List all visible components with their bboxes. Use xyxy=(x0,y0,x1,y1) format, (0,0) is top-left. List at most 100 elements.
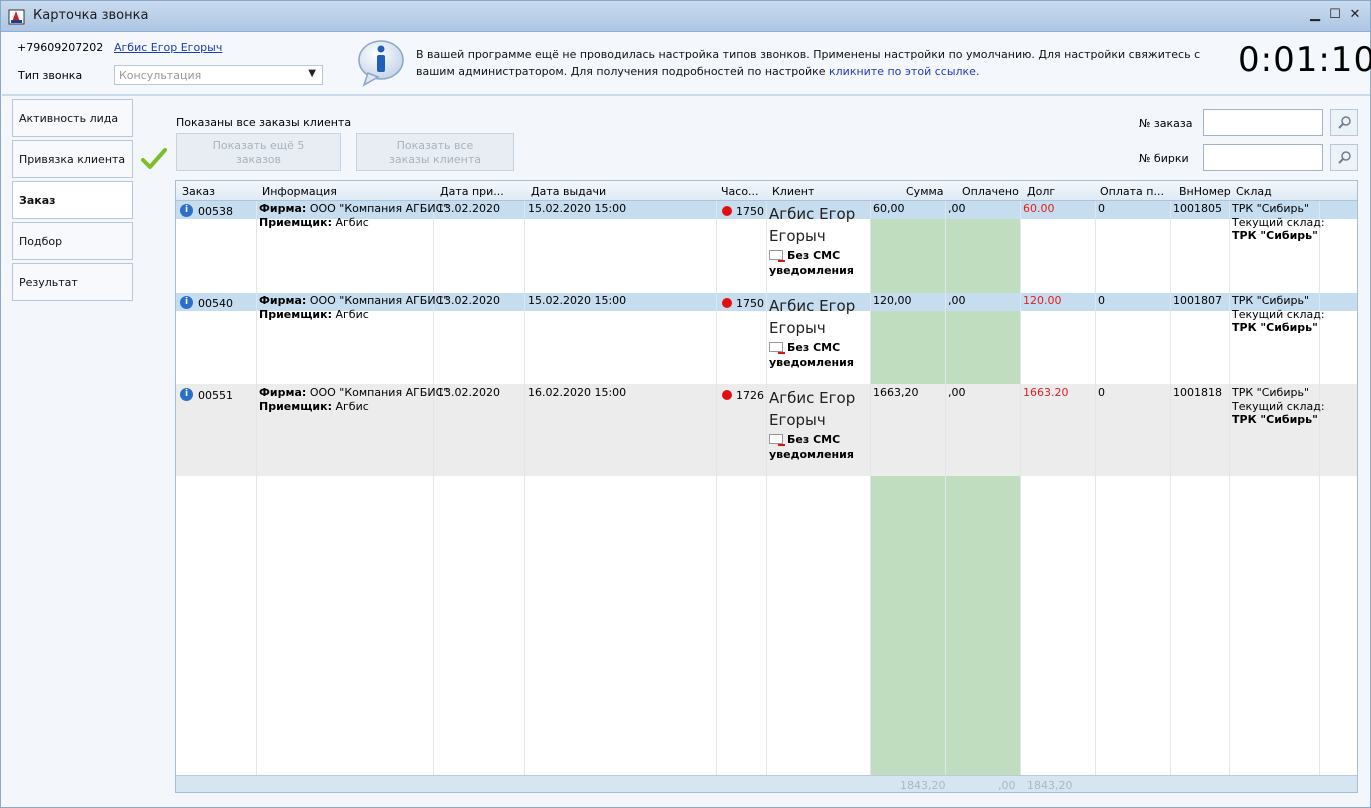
order-number: 00540 xyxy=(198,297,233,310)
col-divider xyxy=(871,181,946,792)
debt-value: 60.00 xyxy=(1023,202,1055,215)
status-dot-icon xyxy=(722,206,732,216)
header-divider xyxy=(2,94,1370,96)
sms-status: Без СМС xyxy=(769,341,840,354)
payment-value: 0 xyxy=(1098,202,1105,215)
column-header-order[interactable]: Заказ xyxy=(182,185,215,198)
order-number: 00551 xyxy=(198,389,233,402)
sms-status-line2: уведомления xyxy=(769,448,854,461)
inner-number: 1001807 xyxy=(1173,294,1222,307)
sidebar-item-selection[interactable]: Подбор xyxy=(12,222,133,260)
debt-value: 120.00 xyxy=(1023,294,1062,307)
store-value: ТРК "Сибирь" xyxy=(1232,294,1310,307)
store-value: ТРК "Сибирь" xyxy=(1232,202,1310,215)
firm-info: Фирма: ООО "Компания АГБИС" xyxy=(259,202,448,215)
firm-info: Фирма: ООО "Компания АГБИС" xyxy=(259,386,448,399)
column-header-debt[interactable]: Долг xyxy=(1027,185,1055,198)
client-name-line2: Егорыч xyxy=(769,227,826,245)
settings-notice: В вашей программе ещё не проводилась нас… xyxy=(416,46,1231,80)
table-footer-totals: 1843,20 ,00 1843,20 xyxy=(176,775,1357,792)
sidebar-item-order[interactable]: Заказ xyxy=(12,181,133,219)
firm-label: Фирма: xyxy=(259,386,307,399)
maximize-button[interactable]: ☐ xyxy=(1327,7,1343,23)
orders-table: Заказ Информация Дата при... Дата выдачи… xyxy=(175,180,1358,793)
paid-value: ,00 xyxy=(948,294,966,307)
date-out: 15.02.2020 15:00 xyxy=(528,202,627,215)
date-in: 13.02.2020 xyxy=(437,294,500,307)
payment-value: 0 xyxy=(1098,294,1105,307)
col-divider xyxy=(1021,181,1096,792)
minimize-button[interactable]: ▁ xyxy=(1307,7,1323,23)
column-header-sum[interactable]: Сумма xyxy=(906,185,944,198)
sms-status: Без СМС xyxy=(769,249,840,262)
col-divider xyxy=(717,181,767,792)
client-name-line2: Егорыч xyxy=(769,411,826,429)
tag-number-input[interactable] xyxy=(1203,144,1323,171)
info-icon[interactable]: i xyxy=(180,204,193,217)
sms-status-line2: уведомления xyxy=(769,356,854,369)
column-header-payment[interactable]: Оплата п... xyxy=(1100,185,1164,198)
orders-shown-label: Показаны все заказы клиента xyxy=(176,116,352,129)
notice-link[interactable]: кликните по этой ссылке. xyxy=(829,65,979,78)
column-header-paid[interactable]: Оплачено xyxy=(962,185,1019,198)
receiver-label: Приемщик: xyxy=(259,400,332,413)
inner-number: 1001805 xyxy=(1173,202,1222,215)
sidebar-item-client-binding[interactable]: Привязка клиента xyxy=(12,140,133,178)
sms-status-line1: Без СМС xyxy=(787,341,841,354)
inner-number: 1001818 xyxy=(1173,386,1222,399)
column-header-inner-no[interactable]: ВнНомер xyxy=(1179,185,1231,198)
column-header-date-in[interactable]: Дата при... xyxy=(440,185,504,198)
sms-status-line1: Без СМС xyxy=(787,433,841,446)
col-divider xyxy=(1096,181,1171,792)
order-number-input[interactable] xyxy=(1203,109,1323,136)
call-card-window: Карточка звонка ▁ ☐ ✕ +79609207202 Агбис… xyxy=(0,0,1371,808)
call-type-select[interactable]: Консультация ▼ xyxy=(114,65,323,85)
sum-value: 120,00 xyxy=(873,294,912,307)
info-icon[interactable]: i xyxy=(180,388,193,401)
column-header-date-out[interactable]: Дата выдачи xyxy=(531,185,606,198)
firm-label: Фирма: xyxy=(259,202,307,215)
tag-search-button[interactable] xyxy=(1330,144,1358,171)
magnifier-icon xyxy=(1338,151,1351,164)
firm-name: ООО "Компания АГБИС" xyxy=(309,294,449,307)
chevron-down-icon: ▼ xyxy=(308,68,316,79)
call-type-value: Консультация xyxy=(119,69,202,82)
show-all-orders-button[interactable]: Показать все заказы клиента xyxy=(356,133,514,171)
column-header-info[interactable]: Информация xyxy=(262,185,337,198)
order-search-button[interactable] xyxy=(1330,109,1358,136)
date-in: 13.02.2020 xyxy=(437,386,500,399)
client-name-link[interactable]: Агбис Егор Егорыч xyxy=(114,41,222,54)
window-title: Карточка звонка xyxy=(33,8,149,23)
tag-number-label: № бирки xyxy=(1139,152,1189,165)
phone-number: +79609207202 xyxy=(17,41,104,54)
sidebar-item-result[interactable]: Результат xyxy=(12,263,133,301)
notice-text: В вашей программе ещё не проводилась нас… xyxy=(416,48,1201,78)
column-header-store[interactable]: Склад xyxy=(1236,185,1272,198)
info-icon[interactable]: i xyxy=(180,296,193,309)
paid-value: ,00 xyxy=(948,202,966,215)
sms-status-line1: Без СМС xyxy=(787,249,841,262)
column-header-client[interactable]: Клиент xyxy=(772,185,814,198)
col-divider xyxy=(176,181,257,792)
receiver-name: Агбис xyxy=(335,216,369,229)
firm-name: ООО "Компания АГБИС" xyxy=(309,386,449,399)
close-button[interactable]: ✕ xyxy=(1347,7,1363,23)
magnifier-icon xyxy=(1338,116,1351,129)
firm-label: Фирма: xyxy=(259,294,307,307)
receiver-info: Приемщик: Агбис xyxy=(259,400,369,413)
debt-value: 1663.20 xyxy=(1023,386,1069,399)
hours-value: 1750 xyxy=(736,205,764,218)
receiver-name: Агбис xyxy=(335,400,369,413)
envelope-no-sms-icon xyxy=(769,342,785,354)
status-dot-icon xyxy=(722,298,732,308)
receiver-info: Приемщик: Агбис xyxy=(259,216,369,229)
green-check-icon xyxy=(141,148,167,169)
col-divider xyxy=(1171,181,1230,792)
table-header: Заказ Информация Дата при... Дата выдачи… xyxy=(176,181,1357,201)
order-number: 00538 xyxy=(198,205,233,218)
column-header-hours[interactable]: Часо... xyxy=(721,185,759,198)
current-store-value: ТРК "Сибирь" xyxy=(1232,413,1318,426)
sidebar-item-lead-activity[interactable]: Активность лида xyxy=(12,99,133,137)
show-more-orders-button[interactable]: Показать ещё 5 заказов xyxy=(176,133,341,171)
receiver-info: Приемщик: Агбис xyxy=(259,308,369,321)
